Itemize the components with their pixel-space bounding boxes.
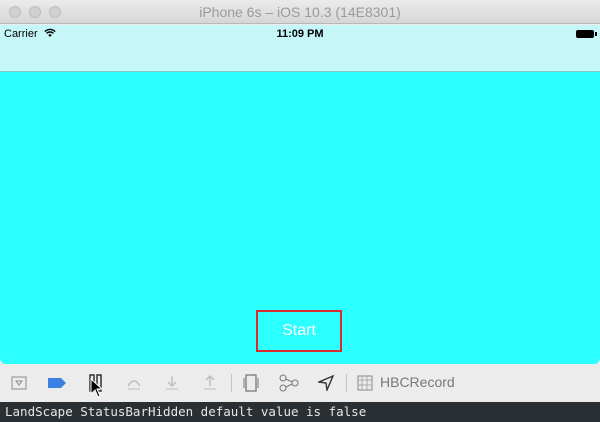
toolbar-separator (231, 374, 232, 392)
console-line: LandScape StatusBarHidden default value … (5, 404, 367, 419)
app-target-icon (356, 373, 374, 393)
window-titlebar: iPhone 6s – iOS 10.3 (14E8301) (0, 0, 600, 24)
view-hierarchy-icon[interactable] (242, 373, 260, 393)
memory-graph-icon[interactable] (279, 373, 299, 393)
console-output: LandScape StatusBarHidden default value … (0, 402, 600, 422)
window-title: iPhone 6s – iOS 10.3 (14E8301) (199, 4, 401, 20)
toolbar-separator (346, 374, 347, 392)
simulate-location-icon[interactable] (317, 373, 335, 393)
status-bar: Carrier 11:09 PM (0, 25, 600, 43)
status-time: 11:09 PM (276, 28, 324, 40)
simulator-screen: Carrier 11:09 PM Start (0, 25, 600, 364)
start-button[interactable]: Start (256, 310, 342, 352)
battery-icon (576, 30, 597, 38)
step-over-icon[interactable] (126, 373, 142, 393)
mouse-cursor-icon (90, 378, 104, 398)
step-into-icon[interactable] (164, 373, 180, 393)
scheme-label[interactable]: HBCRecord (380, 374, 455, 390)
breakpoints-icon[interactable] (46, 373, 68, 393)
navigation-bar: Carrier 11:09 PM (0, 25, 600, 72)
step-out-icon[interactable] (202, 373, 218, 393)
hide-debug-area-icon[interactable] (10, 373, 28, 393)
